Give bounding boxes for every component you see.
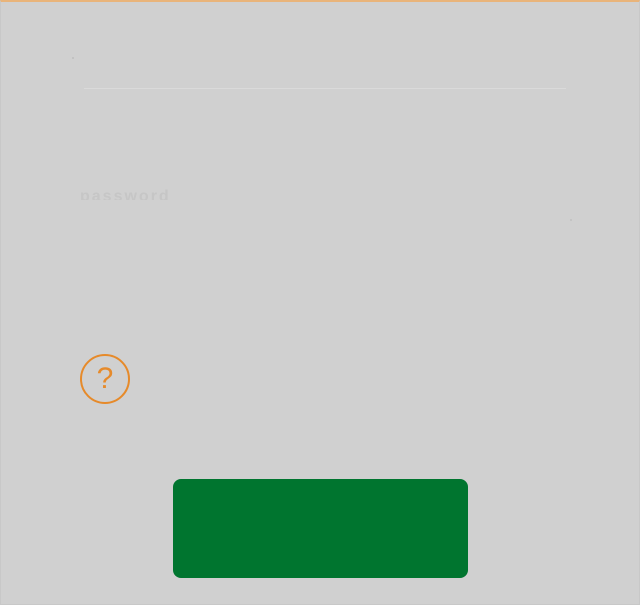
question-mark-circle-icon[interactable]: ? xyxy=(80,354,130,404)
password-label: password xyxy=(80,188,171,200)
help-glyph: ? xyxy=(96,362,114,395)
faint-mark xyxy=(72,57,74,59)
divider xyxy=(84,88,566,89)
primary-action-button[interactable] xyxy=(173,479,468,578)
faint-mark-right xyxy=(570,219,572,221)
